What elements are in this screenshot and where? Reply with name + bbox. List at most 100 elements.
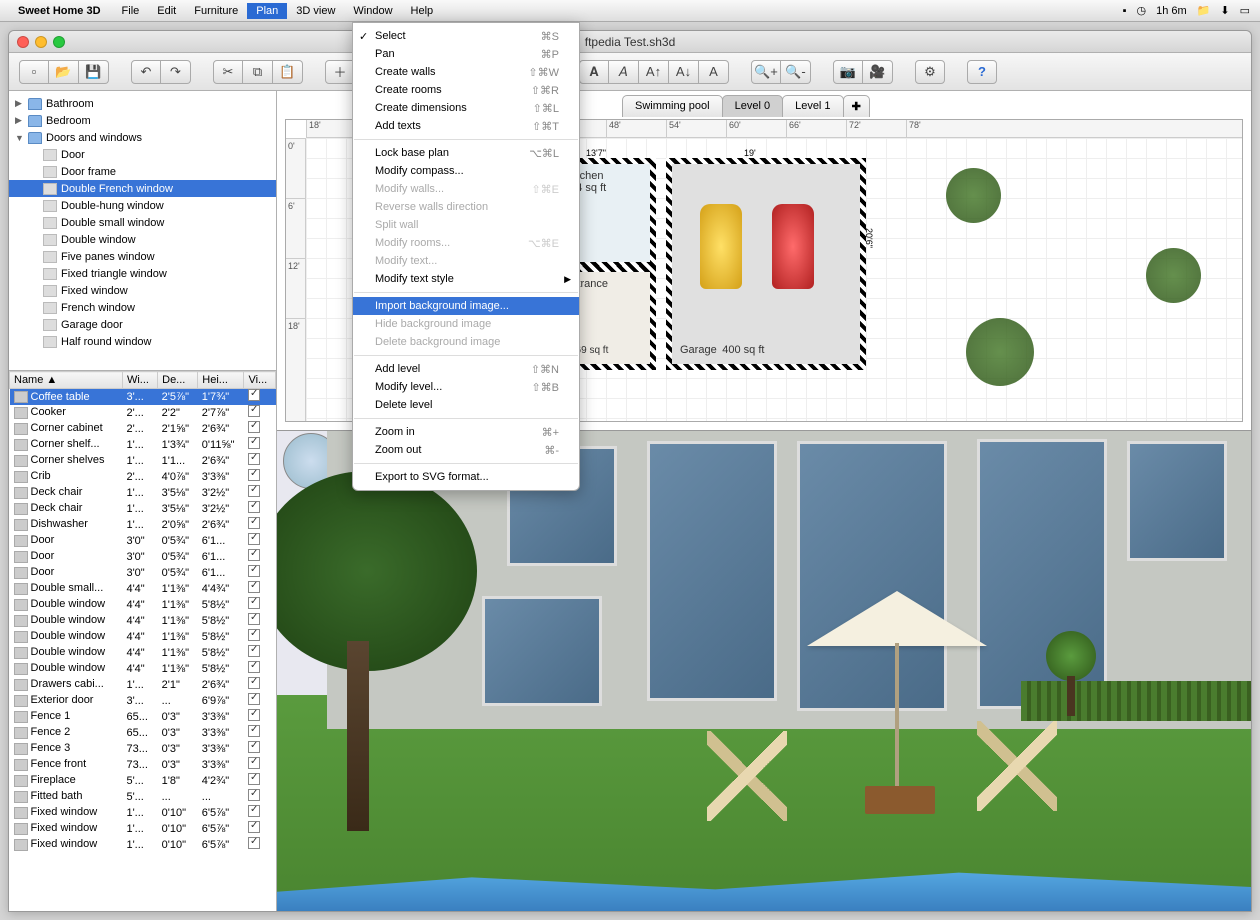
menu-item-lock-base-plan[interactable]: Lock base plan⌥⌘L	[353, 144, 579, 162]
catalog-folder-doors-and-windows[interactable]: ▼Doors and windows	[9, 129, 276, 146]
visible-checkbox[interactable]	[248, 517, 260, 529]
zoom-out-button[interactable]: 🔍-	[781, 60, 811, 84]
visible-checkbox[interactable]	[248, 837, 260, 849]
copy-button[interactable]: ⧉	[243, 60, 273, 84]
app-name[interactable]: Sweet Home 3D	[18, 5, 101, 17]
table-row[interactable]: Fence 165...0'3"3'3⅜"	[10, 709, 276, 725]
level-tab-level-1[interactable]: Level 1	[782, 95, 843, 117]
catalog-item[interactable]: Fixed triangle window	[9, 265, 276, 282]
table-row[interactable]: Corner shelf...1'...1'3¾"0'11⅝"	[10, 437, 276, 453]
menu-item-delete-level[interactable]: Delete level	[353, 396, 579, 414]
catalog-item[interactable]: Door frame	[9, 163, 276, 180]
menu-edit[interactable]: Edit	[148, 3, 185, 19]
visible-checkbox[interactable]	[248, 629, 260, 641]
tree-icon[interactable]	[966, 318, 1034, 386]
column-header[interactable]: De...	[158, 372, 198, 389]
menu-item-select[interactable]: ✓Select⌘S	[353, 27, 579, 45]
visible-checkbox[interactable]	[248, 565, 260, 577]
visible-checkbox[interactable]	[248, 677, 260, 689]
folder-status-icon[interactable]: 📁	[1197, 4, 1211, 17]
add-level-button[interactable]: ✚	[843, 95, 870, 117]
visible-checkbox[interactable]	[248, 437, 260, 449]
catalog-item[interactable]: Five panes window	[9, 248, 276, 265]
table-row[interactable]: Door3'0"0'5¾"6'1...	[10, 549, 276, 565]
table-row[interactable]: Drawers cabi...1'...2'1"2'6¾"	[10, 677, 276, 693]
tree-icon[interactable]	[1146, 248, 1201, 303]
close-button[interactable]	[17, 36, 29, 48]
visible-checkbox[interactable]	[248, 533, 260, 545]
room-garage[interactable]: Garage 400 sq ft	[666, 158, 866, 370]
menu-window[interactable]: Window	[344, 3, 401, 19]
menu-item-zoom-in[interactable]: Zoom in⌘+	[353, 423, 579, 441]
menu-item-modify-text-style[interactable]: Modify text style▶	[353, 270, 579, 288]
text-size-down-button[interactable]: A↓	[669, 60, 699, 84]
table-row[interactable]: Corner cabinet2'...2'1⅝"2'6¾"	[10, 421, 276, 437]
new-button[interactable]: ▫	[19, 60, 49, 84]
catalog-item[interactable]: Double French window	[9, 180, 276, 197]
table-row[interactable]: Fence front73...0'3"3'3⅜"	[10, 757, 276, 773]
catalog-folder-bathroom[interactable]: ▶Bathroom	[9, 95, 276, 112]
undo-button[interactable]: ↶	[131, 60, 161, 84]
visible-checkbox[interactable]	[248, 773, 260, 785]
table-row[interactable]: Double window4'4"1'1⅜"5'8½"	[10, 645, 276, 661]
visible-checkbox[interactable]	[248, 469, 260, 481]
table-row[interactable]: Double small...4'4"1'1⅜"4'4¾"	[10, 581, 276, 597]
visible-checkbox[interactable]	[248, 597, 260, 609]
tree-icon[interactable]	[946, 168, 1001, 223]
table-row[interactable]: Deck chair1'...3'5⅛"3'2½"	[10, 501, 276, 517]
table-row[interactable]: Cooker2'...2'2"2'7⅞"	[10, 405, 276, 421]
table-row[interactable]: Fitted bath5'.........	[10, 789, 276, 805]
level-tab-level-0[interactable]: Level 0	[722, 95, 783, 117]
table-row[interactable]: Exterior door3'......6'9⅞"	[10, 693, 276, 709]
menu-3d-view[interactable]: 3D view	[287, 3, 344, 19]
catalog-item[interactable]: Double window	[9, 231, 276, 248]
visible-checkbox[interactable]	[248, 789, 260, 801]
catalog-item[interactable]: Double-hung window	[9, 197, 276, 214]
car-yellow-icon[interactable]	[700, 204, 742, 289]
catalog-item[interactable]: Fixed window	[9, 282, 276, 299]
visible-checkbox[interactable]	[248, 453, 260, 465]
menu-item-add-level[interactable]: Add level⇧⌘N	[353, 360, 579, 378]
catalog-item[interactable]: Garage door	[9, 316, 276, 333]
table-row[interactable]: Fixed window1'...0'10"6'5⅞"	[10, 805, 276, 821]
table-row[interactable]: Fireplace5'...1'8"4'2¾"	[10, 773, 276, 789]
column-header[interactable]: Hei...	[198, 372, 244, 389]
table-row[interactable]: Fixed window1'...0'10"6'5⅞"	[10, 837, 276, 853]
paste-button[interactable]: 📋	[273, 60, 303, 84]
table-row[interactable]: Fixed window1'...0'10"6'5⅞"	[10, 821, 276, 837]
menu-item-create-walls[interactable]: Create walls⇧⌘W	[353, 63, 579, 81]
visible-checkbox[interactable]	[248, 581, 260, 593]
table-row[interactable]: Door3'0"0'5¾"6'1...	[10, 533, 276, 549]
table-row[interactable]: Corner shelves1'...1'1...2'6¾"	[10, 453, 276, 469]
table-row[interactable]: Double window4'4"1'1⅜"5'8½"	[10, 661, 276, 677]
open-button[interactable]: 📂	[49, 60, 79, 84]
menu-furniture[interactable]: Furniture	[185, 3, 247, 19]
visible-checkbox[interactable]	[248, 741, 260, 753]
preferences-button[interactable]: ⚙	[915, 60, 945, 84]
catalog-tree[interactable]: ▶Bathroom▶Bedroom▼Doors and windowsDoorD…	[9, 91, 276, 371]
menu-item-modify-level[interactable]: Modify level...⇧⌘B	[353, 378, 579, 396]
column-header[interactable]: Vi...	[244, 372, 276, 389]
catalog-item[interactable]: Door	[9, 146, 276, 163]
text-style-button[interactable]: A	[699, 60, 729, 84]
table-row[interactable]: Coffee table3'...2'5⅞"1'7¾"	[10, 389, 276, 405]
visible-checkbox[interactable]	[248, 645, 260, 657]
save-button[interactable]: 💾	[79, 60, 109, 84]
car-red-icon[interactable]	[772, 204, 814, 289]
table-row[interactable]: Fence 373...0'3"3'3⅜"	[10, 741, 276, 757]
visible-checkbox[interactable]	[248, 613, 260, 625]
column-header[interactable]: Name ▲	[10, 372, 123, 389]
catalog-item[interactable]: Double small window	[9, 214, 276, 231]
furniture-table[interactable]: Name ▲Wi...De...Hei...Vi...Coffee table3…	[9, 371, 276, 911]
visible-checkbox[interactable]	[248, 821, 260, 833]
menu-item-pan[interactable]: Pan⌘P	[353, 45, 579, 63]
help-button[interactable]: ?	[967, 60, 997, 84]
text-size-up-button[interactable]: A↑	[639, 60, 669, 84]
visible-checkbox[interactable]	[248, 405, 260, 417]
visible-checkbox[interactable]	[248, 389, 260, 401]
menu-item-create-rooms[interactable]: Create rooms⇧⌘R	[353, 81, 579, 99]
minimize-button[interactable]	[35, 36, 47, 48]
catalog-item[interactable]: Half round window	[9, 333, 276, 350]
visible-checkbox[interactable]	[248, 709, 260, 721]
visible-checkbox[interactable]	[248, 805, 260, 817]
